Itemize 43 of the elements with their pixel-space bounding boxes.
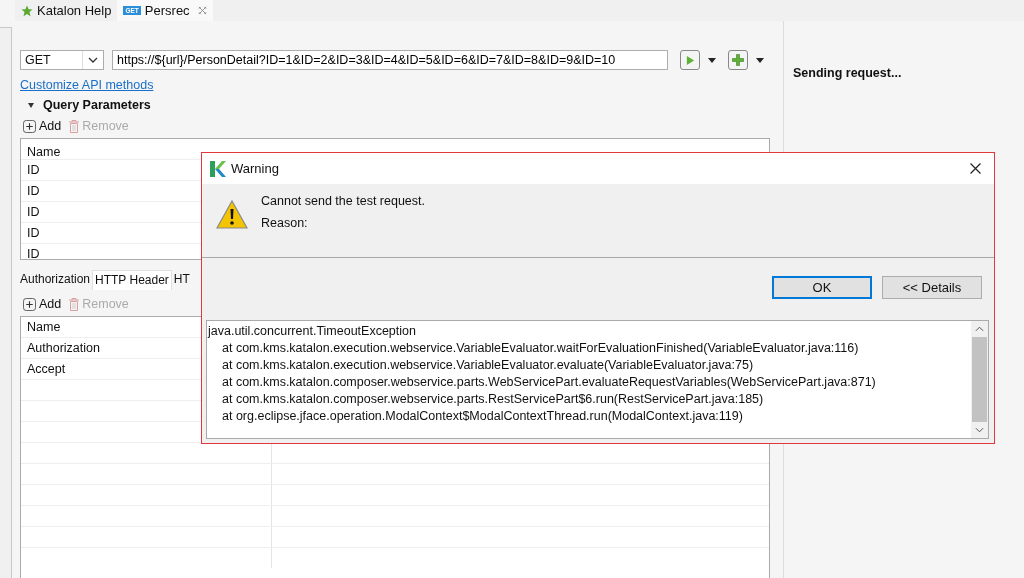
chevron-up-icon[interactable] (975, 326, 984, 332)
expand-toggle-icon[interactable] (28, 102, 34, 108)
dropdown-arrow-icon[interactable] (708, 57, 716, 63)
ok-button[interactable]: OK (772, 276, 872, 299)
trash-icon (69, 119, 80, 133)
app-logo-icon (210, 160, 226, 177)
add-request-button[interactable] (728, 50, 748, 70)
column-header: Name (26, 145, 61, 159)
section-tab[interactable]: Authorization (18, 270, 93, 290)
table-cell-text: ID (26, 184, 40, 198)
dialog-message: Cannot send the test request. (261, 194, 425, 208)
url-field[interactable]: https://${url}/PersonDetail?ID=1&ID=2&ID=3&ID=4&ID=5&ID=6&ID=7&ID=8&ID=9&ID=10 (112, 50, 668, 70)
add-icon (23, 297, 36, 311)
table-cell-text: ID (26, 163, 40, 177)
add-icon (23, 119, 36, 133)
section-tab[interactable]: HT (171, 270, 190, 290)
section-title: Query Parameters (43, 98, 151, 112)
scrollbar[interactable] (971, 321, 988, 438)
customize-link[interactable]: Customize API methods (20, 78, 154, 92)
close-icon[interactable] (970, 163, 981, 174)
table-cell-text: ID (26, 226, 40, 240)
table-cell-text: ID (26, 247, 40, 261)
section-tab[interactable]: HTTP Header (92, 270, 172, 290)
trash-icon (69, 297, 80, 311)
star-icon (21, 4, 33, 17)
warning-icon (216, 200, 248, 230)
table-cell-text: ID (26, 205, 40, 219)
chevron-down-icon (88, 57, 98, 63)
reason-label: Reason: (261, 216, 309, 230)
details-button[interactable]: << Details (882, 276, 982, 299)
editor-tab[interactable]: Katalon Help (15, 0, 118, 21)
status-text: Sending request... (793, 66, 902, 80)
dialog-title: Warning (231, 161, 279, 176)
plus-icon (732, 54, 744, 66)
play-icon (685, 54, 695, 66)
stack-trace-line: at org.eclipse.jface.operation.ModalContext$ModalContextThread.run(ModalContext.java:119) (221, 408, 744, 425)
add-button[interactable]: Add (23, 295, 62, 313)
method-dropdown[interactable]: GET (20, 50, 104, 70)
dropdown-arrow-icon[interactable] (756, 57, 764, 63)
run-button[interactable] (680, 50, 700, 70)
stack-trace-line: at com.kms.katalon.composer.webservice.parts.RestServicePart$6.run(RestServicePart.java:185) (221, 391, 765, 408)
add-button[interactable]: Add (23, 117, 62, 135)
chevron-down-icon[interactable] (975, 427, 984, 433)
